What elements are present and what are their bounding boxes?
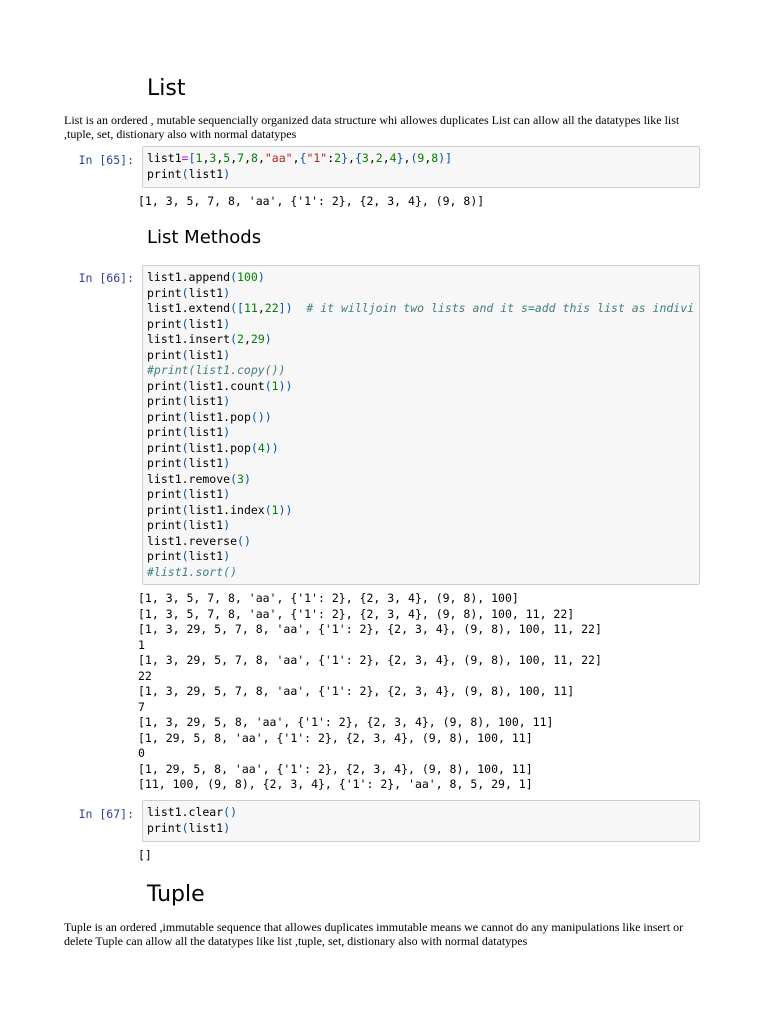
cell-prompt-65: In [65]: bbox=[78, 153, 134, 167]
code-input-65[interactable]: list1=[1,3,5,7,8,"aa",{"1":2},{3,2,4},(9… bbox=[143, 147, 699, 182]
code-input-67[interactable]: list1.clear() print(list1) bbox=[143, 801, 699, 836]
cell-prompt-67: In [67]: bbox=[78, 807, 134, 821]
tuple-heading: Tuple bbox=[147, 882, 205, 907]
cell-prompt-66: In [66]: bbox=[78, 271, 134, 285]
output-65: [1, 3, 5, 7, 8, 'aa', {'1': 2}, {2, 3, 4… bbox=[138, 194, 485, 208]
list-heading: List bbox=[147, 76, 186, 101]
code-input-66[interactable]: list1.append(100) print(list1) list1.ext… bbox=[143, 266, 699, 580]
tuple-description: Tuple is an ordered ,immutable sequence … bbox=[64, 920, 684, 948]
code-cell-67[interactable]: list1.clear() print(list1) bbox=[142, 800, 700, 842]
output-67: [] bbox=[138, 848, 152, 862]
list-description: List is an ordered , mutable sequenciall… bbox=[64, 113, 680, 141]
output-66: [1, 3, 5, 7, 8, 'aa', {'1': 2}, {2, 3, 4… bbox=[138, 591, 602, 791]
code-cell-66[interactable]: list1.append(100) print(list1) list1.ext… bbox=[142, 265, 700, 585]
code-cell-65[interactable]: list1=[1,3,5,7,8,"aa",{"1":2},{3,2,4},(9… bbox=[142, 146, 700, 188]
list-methods-heading: List Methods bbox=[147, 227, 262, 248]
